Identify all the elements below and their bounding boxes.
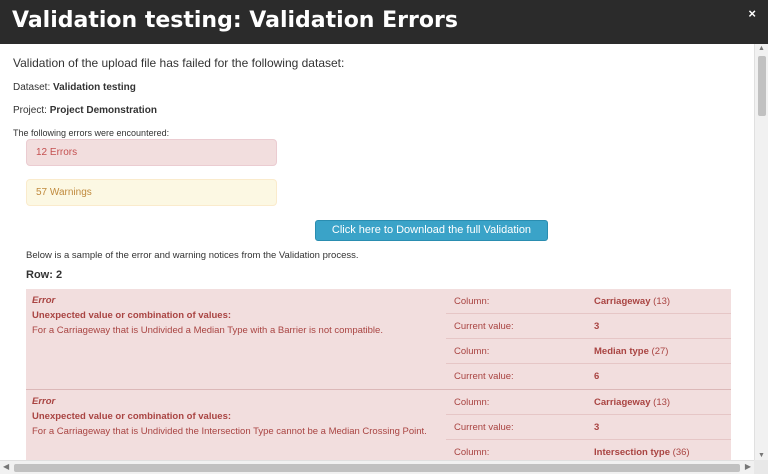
row-heading: Row: 2 xyxy=(26,269,62,281)
error-message: For a Carriageway that is Undivided the … xyxy=(32,426,427,437)
detail-key: Current value: xyxy=(454,371,514,382)
detail-value-main: Carriageway xyxy=(594,397,651,408)
modal-header: Validation testing: Validation Errors × xyxy=(0,0,768,44)
detail-value-main: Carriageway xyxy=(594,296,651,307)
errors-encountered-text: The following errors were encountered: xyxy=(13,128,170,138)
errors-table: Error Unexpected value or combination of … xyxy=(26,289,731,460)
detail-row: Column: Median type (27) xyxy=(446,339,731,364)
detail-value-index: (27) xyxy=(651,346,669,357)
scroll-right-icon[interactable]: ▶ xyxy=(745,462,751,471)
detail-value-index: (13) xyxy=(653,296,671,307)
project-line: Project: Project Demonstration xyxy=(13,105,344,116)
detail-value: Median type (27) xyxy=(594,346,668,357)
detail-key: Column: xyxy=(454,397,490,408)
detail-value: Carriageway (13) xyxy=(594,296,670,307)
detail-value-main: 3 xyxy=(594,321,600,332)
error-details: Column: Carriageway (13) Current value: 3 C… xyxy=(446,390,731,460)
scroll-down-icon[interactable]: ▼ xyxy=(758,452,765,459)
detail-value-index: (13) xyxy=(653,397,671,408)
detail-row: Current value: 6 xyxy=(446,364,731,389)
detail-row: Current value: 3 xyxy=(446,314,731,339)
close-icon[interactable]: × xyxy=(748,6,756,21)
detail-value: Carriageway (13) xyxy=(594,397,670,408)
download-report-button[interactable]: Click here to Download the full Validati… xyxy=(315,220,548,255)
intro: Validation of the upload file has failed… xyxy=(13,56,344,150)
dataset-line: Dataset: Validation testing xyxy=(13,82,344,93)
detail-row: Column: Carriageway (13) xyxy=(446,390,731,415)
dataset-value: Validation testing xyxy=(53,82,136,93)
detail-row: Current value: 3 xyxy=(446,415,731,440)
detail-key: Column: xyxy=(454,447,490,458)
detail-row: Column: Intersection type (36) xyxy=(446,440,731,460)
scroll-up-icon[interactable]: ▲ xyxy=(758,45,765,52)
modal-title: Validation testing: Validation Errors xyxy=(12,8,458,33)
horizontal-scrollbar[interactable]: ◀ ▶ xyxy=(0,460,754,474)
error-title: Unexpected value or combination of value… xyxy=(32,411,232,422)
detail-value: 6 xyxy=(594,371,599,382)
error-message: For a Carriageway that is Undivided a Me… xyxy=(32,325,383,336)
detail-key: Current value: xyxy=(454,422,514,433)
project-label: Project: xyxy=(13,105,47,116)
detail-value-main: Median type xyxy=(594,346,649,357)
dataset-label: Dataset: xyxy=(13,82,51,93)
horizontal-scroll-thumb[interactable] xyxy=(14,464,740,472)
detail-value: 3 xyxy=(594,422,599,433)
detail-key: Column: xyxy=(454,296,490,307)
detail-value-main: 3 xyxy=(594,422,600,433)
scrollbar-corner xyxy=(754,460,768,474)
scroll-left-icon[interactable]: ◀ xyxy=(3,462,9,471)
errors-count-alert: 12 Errors xyxy=(26,139,277,166)
error-details: Column: Carriageway (13) Current value: 3 C… xyxy=(446,289,731,389)
detail-value-main: Intersection type xyxy=(594,447,671,458)
detail-value: 3 xyxy=(594,321,599,332)
row-number: 2 xyxy=(55,269,63,281)
detail-row: Column: Carriageway (13) xyxy=(446,289,731,314)
warnings-count-alert: 57 Warnings xyxy=(26,179,277,206)
detail-key: Current value: xyxy=(454,321,514,332)
error-entry: Error Unexpected value or combination of … xyxy=(26,289,731,390)
vertical-scroll-thumb[interactable] xyxy=(758,56,766,116)
vertical-scrollbar[interactable]: ▲ ▼ xyxy=(754,44,768,460)
detail-value: Intersection type (36) xyxy=(594,447,690,458)
error-entry: Error Unexpected value or combination of … xyxy=(26,390,731,460)
project-value: Project Demonstration xyxy=(49,105,157,116)
modal-body: Validation of the upload file has failed… xyxy=(0,44,754,460)
detail-value-index: (36) xyxy=(672,447,690,458)
error-title: Unexpected value or combination of value… xyxy=(32,310,232,321)
sample-note: Below is a sample of the error and warni… xyxy=(26,250,359,261)
error-type: Error xyxy=(32,295,56,306)
row-label: Row: xyxy=(26,269,53,281)
error-description: Error Unexpected value or combination of … xyxy=(32,396,452,437)
error-type: Error xyxy=(32,396,56,407)
failure-message: Validation of the upload file has failed… xyxy=(13,56,345,70)
error-description: Error Unexpected value or combination of … xyxy=(32,295,452,336)
detail-key: Column: xyxy=(454,346,490,357)
detail-value-main: 6 xyxy=(594,371,600,382)
